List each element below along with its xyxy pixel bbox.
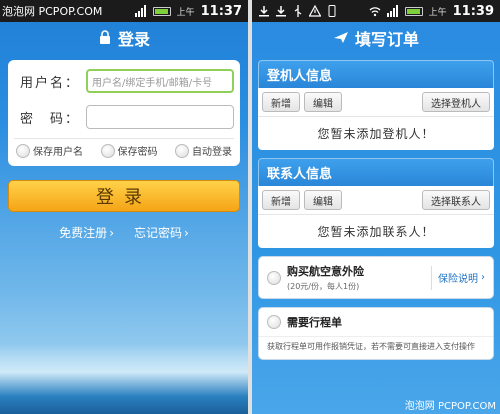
login-button[interactable]: 登录	[8, 180, 240, 212]
itinerary-option: 需要行程单 获取行程单可用作报销凭证，若不需要可直接进入支付操作	[258, 307, 494, 360]
auto-login-label: 自动登录	[192, 147, 232, 158]
forgot-password-link[interactable]: 忘记密码 ›	[134, 224, 189, 241]
order-screen: 上午 11:39 填写订单 登机人信息 新增 编辑 选择登机人 您暂未添加登机人…	[252, 0, 500, 414]
password-row: 密 码：	[14, 102, 234, 132]
insurance-info-link[interactable]: 保险说明 ›	[431, 265, 485, 290]
battery-icon	[404, 6, 423, 16]
forgot-password-label: 忘记密码	[134, 226, 183, 240]
status-time: 11:39	[452, 3, 494, 19]
save-username-option[interactable]: 保存用户名	[16, 143, 83, 158]
status-ampm: 上午	[428, 7, 447, 18]
signal-icon	[386, 5, 399, 17]
contact-section: 新增 编辑 选择联系人 您暂未添加联系人！	[258, 186, 494, 248]
insurance-price: (20元/份，每人1份)	[287, 282, 360, 291]
warning-icon	[308, 4, 322, 17]
page-title-bar: 填写订单	[252, 22, 500, 54]
password-label: 密 码：	[19, 111, 80, 127]
page-title: 登录	[117, 30, 150, 49]
add-passenger-button[interactable]: 新增	[262, 92, 300, 112]
itinerary-title: 需要行程单	[287, 316, 342, 329]
contact-empty-note: 您暂未添加联系人！	[317, 225, 435, 239]
username-row: 用户名： 用户名/绑定手机/邮箱/卡号	[14, 66, 234, 96]
status-time: 11:37	[200, 3, 242, 19]
wifi-icon	[369, 5, 381, 17]
watermark-top: 泡泡网 PCPOP.COM	[2, 5, 103, 18]
register-link[interactable]: 免费注册 ›	[59, 224, 114, 241]
itinerary-radio[interactable]	[267, 315, 281, 329]
status-ampm: 上午	[176, 7, 195, 18]
download-icon	[275, 5, 287, 17]
sea-background	[0, 344, 248, 414]
passenger-section-header: 登机人信息	[258, 60, 494, 88]
itinerary-note: 获取行程单可用作报销凭证，若不需要可直接进入支付操作	[259, 336, 493, 359]
edit-contact-button[interactable]: 编辑	[304, 190, 342, 210]
login-screen: 上午 11:37 登录 用户名： 用户名/绑定手机/邮箱/卡号 密 码： 保存用…	[0, 0, 248, 414]
add-contact-button[interactable]: 新增	[262, 190, 300, 210]
page-title: 填写订单	[354, 30, 419, 49]
radio-icon	[175, 143, 189, 158]
radio-icon	[16, 143, 30, 158]
chevron-right-icon: ›	[184, 226, 189, 240]
status-bar: 上午 11:39	[252, 0, 500, 22]
save-password-label: 保存密码	[117, 147, 158, 158]
watermark-bottom: 泡泡网 PCPOP.COM	[404, 401, 496, 412]
contact-section-header: 联系人信息	[258, 158, 494, 186]
insurance-title: 购买航空意外险	[287, 265, 364, 278]
signal-icon	[134, 5, 147, 17]
download-icon	[258, 5, 270, 17]
airplane-icon	[333, 29, 349, 48]
select-passenger-button[interactable]: 选择登机人	[422, 92, 490, 112]
auto-login-option[interactable]: 自动登录	[175, 143, 232, 158]
lock-icon	[98, 29, 112, 48]
password-input[interactable]	[86, 105, 234, 129]
radio-icon	[100, 143, 115, 158]
insurance-info-label: 保险说明	[438, 274, 478, 285]
passenger-section: 新增 编辑 选择登机人 您暂未添加登机人！	[258, 88, 494, 150]
passenger-actions: 新增 编辑 选择登机人	[258, 88, 494, 117]
edit-passenger-button[interactable]: 编辑	[304, 92, 342, 112]
save-password-option[interactable]: 保存密码	[100, 143, 158, 158]
phone-icon	[326, 5, 338, 17]
save-username-label: 保存用户名	[33, 147, 83, 158]
register-link-label: 免费注册	[59, 226, 108, 240]
usb-icon	[292, 5, 304, 17]
select-contact-button[interactable]: 选择联系人	[422, 190, 490, 210]
insurance-radio[interactable]	[267, 270, 281, 285]
username-input[interactable]: 用户名/绑定手机/邮箱/卡号	[86, 69, 234, 93]
page-title-bar: 登录	[0, 22, 248, 54]
login-links: 免费注册 › 忘记密码 ›	[0, 224, 248, 241]
login-options: 保存用户名 保存密码 自动登录	[14, 138, 234, 162]
contact-actions: 新增 编辑 选择联系人	[258, 186, 494, 215]
login-form: 用户名： 用户名/绑定手机/邮箱/卡号 密 码： 保存用户名 保存密码 自动登录	[8, 60, 240, 166]
insurance-option: 购买航空意外险 (20元/份，每人1份) 保险说明 ›	[258, 256, 494, 299]
battery-icon	[152, 6, 171, 16]
chevron-right-icon: ›	[109, 226, 114, 240]
passenger-empty-note: 您暂未添加登机人！	[317, 127, 435, 141]
username-label: 用户名：	[19, 75, 80, 91]
chevron-right-icon: ›	[481, 272, 485, 283]
